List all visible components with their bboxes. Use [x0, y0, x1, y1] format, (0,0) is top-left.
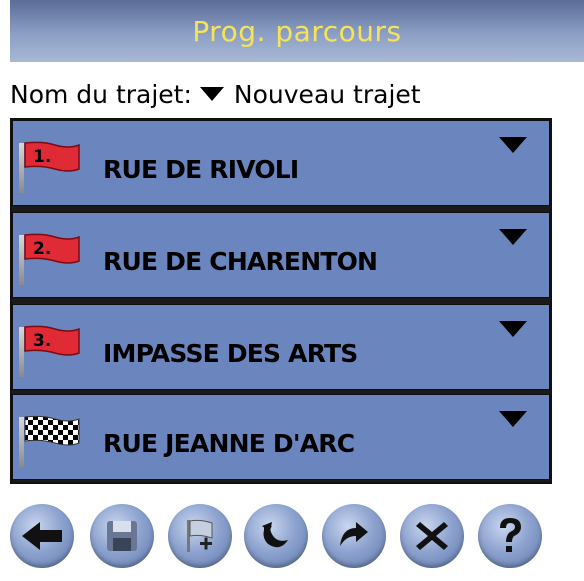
waypoint-item-4[interactable]: RUE JEANNE D'ARC [12, 394, 550, 480]
waypoint-badge: 3. [33, 331, 51, 351]
redo-icon [340, 522, 368, 546]
undo-button[interactable] [244, 504, 308, 568]
waypoint-menu-arrow-icon[interactable] [499, 229, 527, 245]
waypoint-street: RUE JEANNE D'ARC [103, 429, 355, 458]
help-question-icon [500, 518, 521, 552]
dropdown-triangle-icon [199, 87, 224, 101]
undo-icon [262, 522, 288, 548]
title-bar: Prog. parcours [10, 0, 584, 62]
waypoint-menu-arrow-icon[interactable] [499, 137, 527, 153]
waypoint-badge: 2. [33, 239, 51, 259]
red-flag-icon: 1. [24, 141, 80, 172]
help-button[interactable] [478, 504, 542, 568]
save-button[interactable] [90, 504, 154, 568]
add-waypoint-button[interactable] [168, 504, 232, 568]
waypoint-menu-arrow-icon[interactable] [499, 321, 527, 337]
route-name-dropdown[interactable]: Nouveau trajet [199, 79, 421, 109]
save-disk-icon [107, 521, 137, 551]
waypoint-street: IMPASSE DES ARTS [103, 339, 358, 368]
waypoint-item-1[interactable]: 1. RUE DE RIVOLI [12, 120, 550, 206]
route-name-row: Nom du trajet: Nouveau trajet [0, 70, 584, 118]
close-x-icon [416, 522, 448, 550]
waypoint-badge: 1. [33, 147, 51, 167]
route-name-label: Nom du trajet: [10, 79, 192, 109]
waypoint-item-2[interactable]: 2. RUE DE CHARENTON [12, 212, 550, 298]
page-title: Prog. parcours [192, 14, 402, 48]
back-button[interactable] [10, 504, 74, 568]
waypoint-street: RUE DE CHARENTON [103, 247, 378, 276]
delete-button[interactable] [400, 504, 464, 568]
waypoint-item-3[interactable]: 3. IMPASSE DES ARTS [12, 304, 550, 390]
waypoint-list: 1. RUE DE RIVOLI 2. RUE DE CHARENTON 3. … [10, 118, 552, 484]
waypoint-street: RUE DE RIVOLI [103, 155, 299, 184]
waypoint-menu-arrow-icon[interactable] [499, 411, 527, 427]
redo-button[interactable] [322, 504, 386, 568]
route-name-value: Nouveau trajet [233, 79, 421, 109]
add-waypoint-icon [187, 519, 213, 552]
checkered-flag-icon [24, 415, 80, 446]
red-flag-icon: 2. [24, 233, 80, 264]
back-arrow-icon [22, 522, 62, 550]
red-flag-icon: 3. [24, 325, 80, 356]
bottom-toolbar [0, 504, 584, 574]
